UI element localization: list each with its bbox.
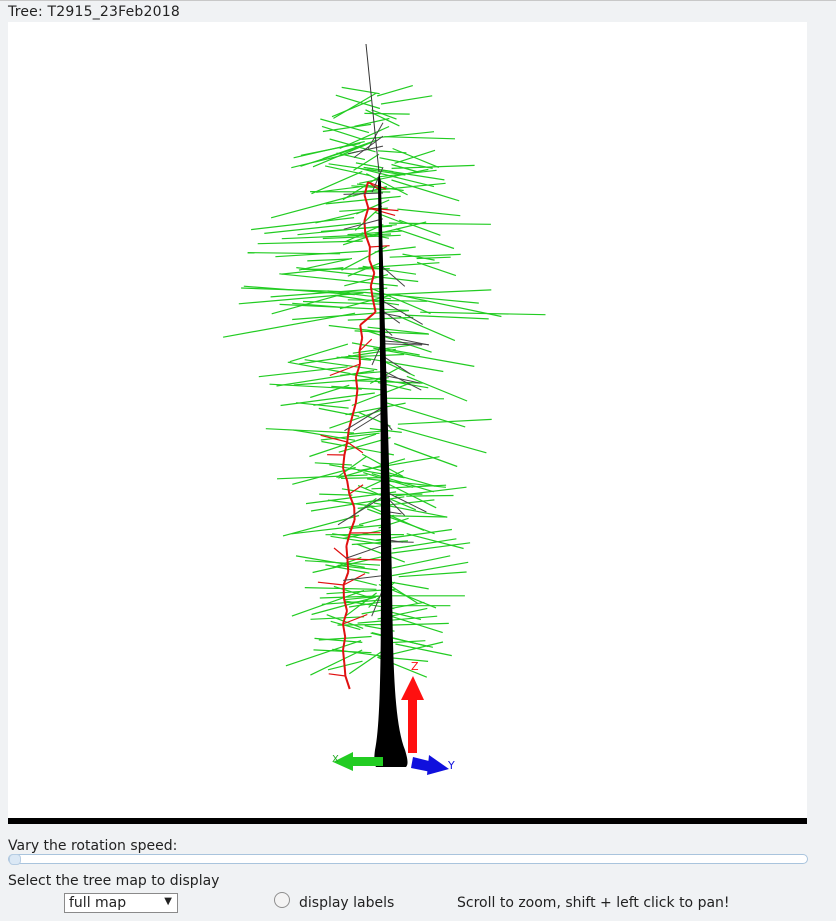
z-axis-arrow xyxy=(401,676,424,700)
leaf-needle xyxy=(315,210,364,224)
red-branch-segment xyxy=(363,194,370,209)
leaf-needle xyxy=(384,136,456,140)
leaf-needle xyxy=(336,152,366,161)
leaf-needle xyxy=(251,217,355,231)
viewer-bottom-bar xyxy=(8,818,807,824)
red-branch-segment xyxy=(342,649,346,664)
leaf-needle xyxy=(332,648,386,658)
leaf-needle xyxy=(341,86,380,95)
leaf-needle xyxy=(364,112,410,115)
top-border xyxy=(0,0,836,1)
leaf-needle xyxy=(383,397,445,400)
red-branch-segment xyxy=(343,662,347,677)
dead-branch xyxy=(343,192,384,195)
red-branch-twig xyxy=(328,673,346,677)
leaf-needle xyxy=(331,99,372,118)
leaf-needle xyxy=(311,170,363,195)
leaf-needle xyxy=(354,117,390,127)
red-branch-segment xyxy=(344,675,351,690)
red-branch-segment xyxy=(368,246,371,261)
leaf-needle xyxy=(397,208,461,217)
dead-branch xyxy=(382,310,401,324)
leaf-needle xyxy=(291,151,358,169)
leaf-needle xyxy=(347,299,428,302)
leaf-needle xyxy=(406,375,468,402)
x-axis-shaft xyxy=(353,757,383,766)
z-axis-label: Z xyxy=(411,660,419,673)
leaf-needle xyxy=(269,383,362,390)
leaf-needle xyxy=(285,640,362,667)
red-branch-segment xyxy=(346,558,350,573)
display-labels-label: display labels xyxy=(299,895,395,911)
navigation-hint: Scroll to zoom, shift + left click to pa… xyxy=(457,895,730,911)
red-branch-segment xyxy=(354,389,359,404)
leaf-needle xyxy=(304,587,377,590)
leaf-needle xyxy=(289,343,349,363)
leaf-needle xyxy=(391,555,451,569)
leaf-needle xyxy=(391,164,475,169)
red-branch-segment xyxy=(342,454,346,469)
leaf-needle xyxy=(304,359,378,371)
dead-branch xyxy=(382,266,406,287)
tree-map-select[interactable]: full map ▼ xyxy=(64,893,178,913)
y-axis-arrow xyxy=(427,755,449,775)
z-axis-shaft xyxy=(408,700,417,753)
x-axis-label: X xyxy=(332,754,339,765)
slider-handle[interactable] xyxy=(9,854,21,865)
red-branch-segment xyxy=(343,441,349,456)
leaf-needle xyxy=(258,366,348,378)
red-branch-segment xyxy=(359,324,364,339)
leaf-needle xyxy=(395,228,455,250)
red-branch-segment xyxy=(358,350,361,365)
red-branch-segment xyxy=(345,545,349,560)
leaf-needle xyxy=(302,300,383,305)
leaf-needle xyxy=(243,285,355,296)
leaf-needle xyxy=(391,542,471,554)
leaf-needle xyxy=(398,315,456,342)
leaf-needle xyxy=(370,289,492,296)
leaf-needle xyxy=(398,219,441,236)
rotation-speed-slider[interactable] xyxy=(8,854,808,865)
leaf-needle xyxy=(296,267,419,283)
red-branch-twig xyxy=(346,441,364,454)
tree-title: Tree: T2915_23Feb2018 xyxy=(8,4,180,20)
dead-branch xyxy=(343,575,384,581)
dead-branch xyxy=(382,312,402,318)
leaf-needle xyxy=(380,95,433,105)
red-branch-segment xyxy=(342,623,347,638)
red-branch-twig xyxy=(348,484,364,495)
leaf-needle xyxy=(247,252,341,255)
red-branch-twig xyxy=(317,581,344,586)
leaf-needle xyxy=(376,85,413,97)
tree-map-label: Select the tree map to display xyxy=(8,873,220,889)
y-axis-label: Y xyxy=(447,759,455,772)
leaf-needle xyxy=(406,533,464,550)
leaf-needle xyxy=(222,312,356,338)
leaf-needle xyxy=(405,314,489,320)
leaf-needle xyxy=(281,267,344,275)
leaf-needle xyxy=(314,462,352,466)
chevron-down-icon: ▼ xyxy=(164,896,172,907)
tree-scene[interactable]: Z X Y xyxy=(8,22,807,818)
leaf-needle xyxy=(322,123,372,133)
rotation-speed-label: Vary the rotation speed: xyxy=(8,838,178,854)
leaf-needle xyxy=(310,649,363,676)
leaf-needle xyxy=(351,578,377,586)
red-branch-segment xyxy=(369,272,376,287)
display-labels-radio[interactable] xyxy=(274,892,290,908)
tree-3d-viewer[interactable]: Z X Y xyxy=(8,22,807,818)
dead-branch xyxy=(344,406,384,432)
leaf-needle xyxy=(388,222,491,225)
red-branch-twig xyxy=(333,547,348,560)
leaf-needle xyxy=(416,261,457,277)
red-branch-segment xyxy=(346,428,350,443)
red-branch-segment xyxy=(369,285,374,300)
tree-map-selected: full map xyxy=(69,895,127,911)
leaf-needle xyxy=(391,561,469,577)
red-branch-segment xyxy=(346,480,351,495)
leaf-needle xyxy=(357,615,438,624)
red-branch-segment xyxy=(363,220,367,235)
dead-branch xyxy=(382,300,423,325)
leaf-needle xyxy=(319,493,353,496)
